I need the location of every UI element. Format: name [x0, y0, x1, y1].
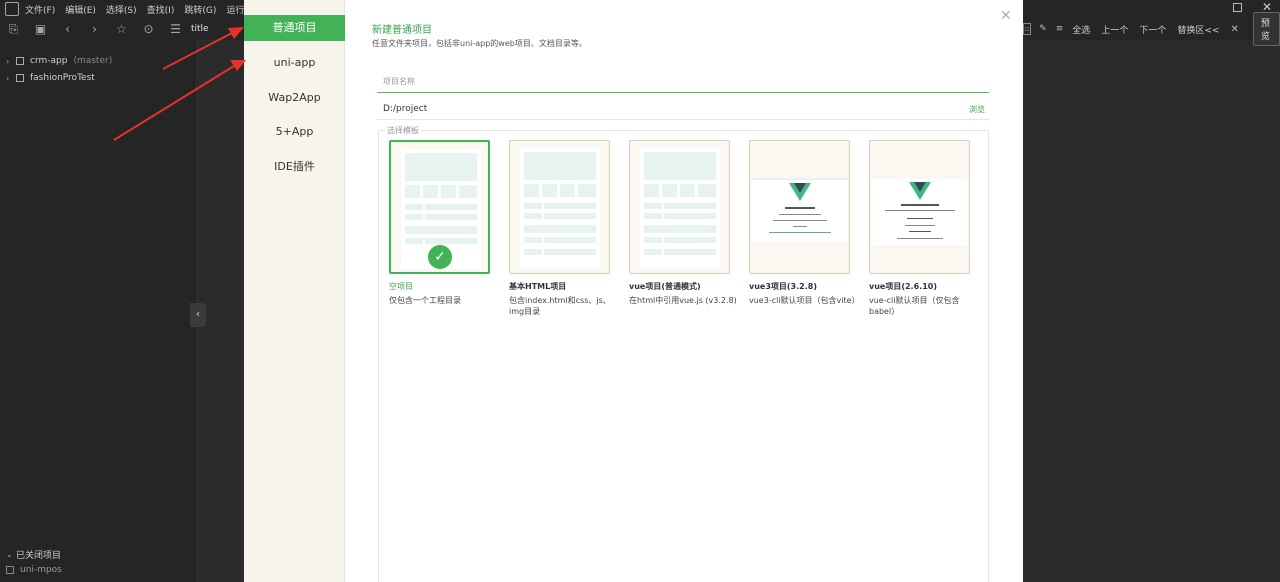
annotation-arrow	[113, 60, 246, 141]
annotation-arrows	[113, 27, 246, 141]
